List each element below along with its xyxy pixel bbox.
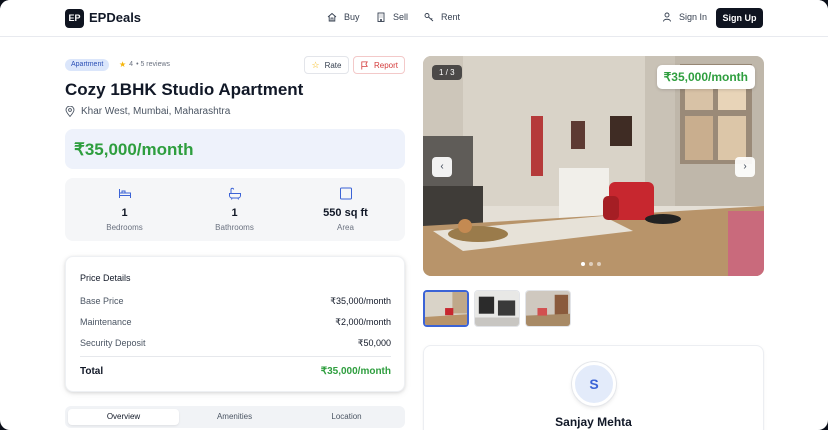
price-row-value: ₹2,000/month [335, 317, 391, 327]
chevron-right-icon: › [743, 161, 747, 172]
thumbnail-3[interactable] [525, 290, 571, 327]
sign-up-button[interactable]: Sign Up [716, 8, 763, 28]
previous-image-button[interactable]: ‹ [432, 157, 452, 177]
price-total-row: Total ₹35,000/month [80, 366, 391, 377]
app-window: EP EPDeals Buy Sell Rent Sign In Sign Up… [0, 0, 828, 430]
avatar: S [572, 362, 616, 406]
price-row-label: Base Price [80, 296, 124, 306]
rate-button[interactable]: ☆ Rate [304, 56, 349, 74]
nav-sell-label: Sell [393, 12, 409, 22]
bed-icon [118, 189, 131, 198]
price-banner: ₹35,000/month [65, 129, 405, 169]
rating-summary[interactable]: ★ 4 • 5 reviews [119, 60, 170, 69]
flag-icon [361, 60, 368, 70]
sign-in-link[interactable]: Sign In [662, 12, 707, 22]
property-type-badge: Apartment [65, 59, 110, 71]
price-row-label: Maintenance [80, 317, 132, 327]
thumbnail-2[interactable] [474, 290, 520, 327]
report-label: Report [373, 60, 398, 70]
user-icon [663, 12, 671, 22]
thumbnail-1[interactable] [423, 290, 469, 327]
next-image-button[interactable]: › [735, 157, 755, 177]
carousel-dot[interactable] [597, 262, 601, 266]
bathrooms-label: Bathrooms [215, 223, 254, 232]
star-outline-icon: ☆ [311, 59, 320, 70]
stat-bedrooms: 1 Bedrooms [68, 178, 181, 241]
home-icon [327, 12, 337, 22]
price-row-maintenance: Maintenance ₹2,000/month [80, 317, 391, 328]
area-value: 550 sq ft [323, 207, 368, 219]
tab-overview[interactable]: Overview [68, 409, 179, 425]
price-row-value: ₹50,000 [357, 338, 391, 348]
gallery-price-badge: ₹35,000/month [656, 65, 755, 89]
bedrooms-label: Bedrooms [106, 223, 143, 232]
rate-label: Rate [324, 60, 342, 70]
stat-bathrooms: 1 Bathrooms [178, 178, 291, 241]
property-title: Cozy 1BHK Studio Apartment [65, 80, 304, 99]
price-value: ₹35,000/month [74, 140, 194, 159]
price-details-title: Price Details [80, 273, 131, 283]
nav-sell[interactable]: Sell [376, 12, 408, 22]
bath-icon [228, 187, 241, 200]
price-details-card: Price Details Base Price ₹35,000/month M… [65, 256, 405, 392]
price-row-deposit: Security Deposit ₹50,000 [80, 338, 391, 349]
key-icon [424, 13, 434, 22]
location-text: Khar West, Mumbai, Maharashtra [81, 106, 231, 117]
area-square-icon [339, 187, 352, 200]
area-label: Area [337, 223, 354, 232]
building-icon [377, 12, 385, 22]
image-counter: 1 / 3 [432, 65, 462, 80]
rating-value: 4 [129, 61, 134, 68]
price-row-value: ₹35,000/month [330, 296, 391, 306]
agent-name: Sanjay Mehta [555, 415, 632, 429]
map-pin-icon [65, 106, 75, 117]
logo-mark[interactable]: EP [65, 9, 84, 28]
stat-area: 550 sq ft Area [289, 178, 402, 241]
tab-amenities[interactable]: Amenities [179, 409, 290, 425]
bathrooms-value: 1 [231, 207, 238, 219]
carousel-dot[interactable] [589, 262, 593, 266]
carousel-dots [581, 262, 601, 266]
review-count: • 5 reviews [136, 61, 171, 68]
price-row-base: Base Price ₹35,000/month [80, 296, 391, 307]
nav-buy[interactable]: Buy [327, 12, 360, 22]
star-icon: ★ [119, 60, 127, 69]
nav-buy-label: Buy [344, 12, 360, 22]
agent-card: S Sanjay Mehta [423, 345, 764, 430]
thumbnail-image [475, 291, 519, 326]
nav-rent[interactable]: Rent [424, 12, 460, 22]
top-navbar: EP EPDeals Buy Sell Rent Sign In Sign Up [0, 0, 828, 37]
total-value: ₹35,000/month [320, 366, 391, 377]
tab-location[interactable]: Location [291, 409, 402, 425]
total-label: Total [80, 366, 104, 377]
detail-tabs: Overview Amenities Location [65, 406, 405, 428]
photo-gallery[interactable]: 1 / 3 ₹35,000/month ‹ › [423, 56, 764, 276]
apartment-photo [423, 56, 764, 276]
price-row-label: Security Deposit [80, 338, 146, 348]
divider [80, 356, 391, 357]
carousel-dot[interactable] [581, 262, 585, 266]
thumbnail-image [425, 292, 467, 325]
property-stats: 1 Bedrooms 1 Bathrooms 550 sq ft Area [65, 178, 405, 241]
nav-rent-label: Rent [441, 12, 461, 22]
property-location: Khar West, Mumbai, Maharashtra [65, 106, 230, 117]
thumbnail-image [526, 291, 570, 326]
sign-in-label: Sign In [679, 12, 708, 22]
report-button[interactable]: Report [353, 56, 405, 74]
bedrooms-value: 1 [121, 207, 128, 219]
brand-name[interactable]: EPDeals [89, 10, 141, 25]
chevron-left-icon: ‹ [440, 161, 444, 172]
